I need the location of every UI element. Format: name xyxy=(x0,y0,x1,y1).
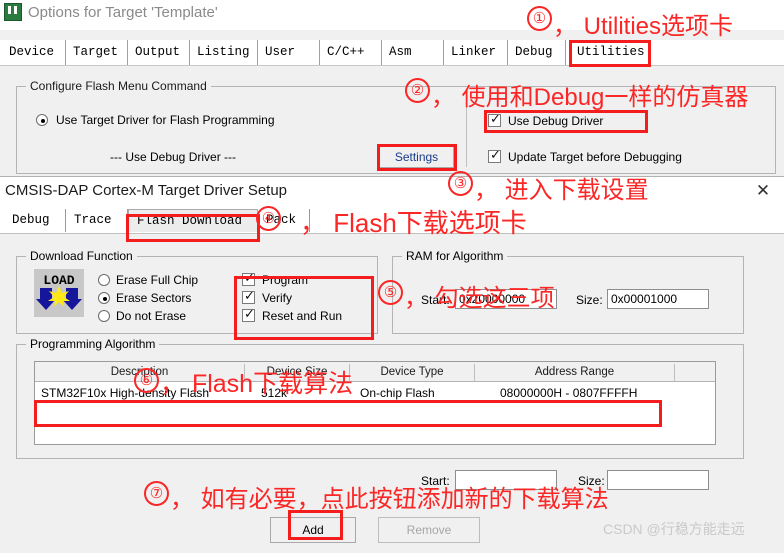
radio-erase-sectors[interactable] xyxy=(98,292,110,304)
checkbox-reset-and-run[interactable]: ✓ xyxy=(242,307,255,322)
download-function-legend: Download Function xyxy=(26,249,137,263)
ram-for-algorithm-legend: RAM for Algorithm xyxy=(402,249,508,263)
ram-size-input[interactable]: 0x00001000 xyxy=(607,289,709,309)
add-button[interactable]: Add xyxy=(270,517,356,543)
flash-download-panel: Download Function LOAD Erase Full Chip E… xyxy=(0,234,784,553)
cell-device-type: On-chip Flash xyxy=(360,386,435,400)
inner-tabstrip: Debug Trace Flash Download Pack xyxy=(0,207,784,234)
tab-flash-download[interactable]: Flash Download xyxy=(128,209,258,232)
keil-uvision-icon xyxy=(4,3,22,21)
ram-start-label: Start: xyxy=(421,293,450,307)
outer-tabstrip: Device Target Output Listing User C/C++ … xyxy=(0,40,784,66)
tab-listing[interactable]: Listing xyxy=(190,40,258,65)
checkbox-verify-label: Verify xyxy=(262,291,293,305)
ram-start-input[interactable]: 0x20000000 xyxy=(455,289,557,309)
algorithm-start-label: Start: xyxy=(421,474,450,488)
checkbox-use-debug-driver[interactable]: ✓ xyxy=(488,112,501,127)
tab-pack[interactable]: Pack xyxy=(258,209,310,232)
inner-dialog-title: CMSIS-DAP Cortex-M Target Driver Setup xyxy=(5,182,288,199)
checkbox-update-target-before-debugging[interactable]: ✓ xyxy=(488,148,501,163)
column-header-description[interactable]: Description xyxy=(35,364,245,381)
outer-dialog-title: Options for Target 'Template' xyxy=(28,4,218,21)
tab-c-cpp[interactable]: C/C++ xyxy=(320,40,382,65)
programming-algorithm-table[interactable]: Description Device Size Device Type Addr… xyxy=(34,361,716,445)
radio-erase-full-chip[interactable] xyxy=(98,274,110,286)
tab-debug[interactable]: Debug xyxy=(4,209,66,232)
checkbox-update-target-before-debugging-label: Update Target before Debugging xyxy=(508,150,682,164)
check-mark-icon: ✓ xyxy=(244,271,255,286)
ram-size-label: Size: xyxy=(576,293,603,307)
check-mark-icon: ✓ xyxy=(490,148,501,163)
check-mark-icon: ✓ xyxy=(244,307,255,322)
cell-address-range: 08000000H - 0807FFFFH xyxy=(500,386,638,400)
radio-use-target-driver-label: Use Target Driver for Flash Programming xyxy=(56,113,275,127)
tab-target[interactable]: Target xyxy=(66,40,128,65)
outer-titlebar: Options for Target 'Template' xyxy=(0,0,784,30)
check-mark-icon: ✓ xyxy=(490,112,501,127)
check-mark-icon: ✓ xyxy=(244,289,255,304)
tab-asm[interactable]: Asm xyxy=(382,40,444,65)
radio-do-not-erase-label: Do not Erase xyxy=(116,309,187,323)
load-icon: LOAD xyxy=(34,269,84,317)
checkbox-verify[interactable]: ✓ xyxy=(242,289,255,304)
radio-use-target-driver[interactable] xyxy=(36,114,48,126)
radio-erase-full-chip-label: Erase Full Chip xyxy=(116,273,199,287)
tab-debug[interactable]: Debug xyxy=(508,40,566,65)
svg-text:LOAD: LOAD xyxy=(43,273,74,288)
cell-device-size: 512k xyxy=(261,386,288,400)
checkbox-reset-and-run-label: Reset and Run xyxy=(262,309,343,323)
radio-dot xyxy=(103,297,107,301)
column-header-address-range[interactable]: Address Range xyxy=(475,364,675,381)
algorithm-size-label: Size: xyxy=(578,474,605,488)
tab-user[interactable]: User xyxy=(258,40,320,65)
radio-dot xyxy=(41,119,45,123)
watermark-text: CSDN @行稳方能走远 xyxy=(603,521,745,537)
programming-algorithm-legend: Programming Algorithm xyxy=(26,337,160,351)
tab-output[interactable]: Output xyxy=(128,40,190,65)
checkbox-use-debug-driver-label: Use Debug Driver xyxy=(508,114,604,128)
group-vertical-divider xyxy=(466,105,467,167)
radio-do-not-erase[interactable] xyxy=(98,310,110,322)
algorithm-start-input[interactable] xyxy=(455,470,557,490)
tab-linker[interactable]: Linker xyxy=(444,40,508,65)
column-header-device-size[interactable]: Device Size xyxy=(245,364,350,381)
flash-driver-name: --- Use Debug Driver --- xyxy=(110,150,237,164)
radio-erase-sectors-label: Erase Sectors xyxy=(116,291,192,305)
cell-description: STM32F10x High-density Flash xyxy=(41,386,210,400)
load-icon-graphic: LOAD xyxy=(34,269,84,317)
inner-titlebar: CMSIS-DAP Cortex-M Target Driver Setup ✕ xyxy=(0,177,784,207)
tab-utilities[interactable]: Utilities xyxy=(570,40,650,65)
settings-button[interactable]: Settings xyxy=(379,146,454,168)
checkbox-program[interactable]: ✓ xyxy=(242,271,255,286)
options-for-target-dialog: Options for Target 'Template' Device Tar… xyxy=(0,0,784,178)
column-header-device-type[interactable]: Device Type xyxy=(350,364,475,381)
close-icon[interactable]: ✕ xyxy=(754,182,772,200)
algorithm-size-input[interactable] xyxy=(607,470,709,490)
checkbox-program-label: Program xyxy=(262,273,309,287)
table-header-row: Description Device Size Device Type Addr… xyxy=(35,362,715,382)
remove-button: Remove xyxy=(378,517,480,543)
tabstrip-divider xyxy=(0,65,784,66)
configure-flash-menu-command-legend: Configure Flash Menu Command xyxy=(26,79,211,93)
column-header-spacer xyxy=(675,364,715,381)
tab-trace[interactable]: Trace xyxy=(66,209,128,232)
cmsis-dap-target-driver-setup-dialog: CMSIS-DAP Cortex-M Target Driver Setup ✕… xyxy=(0,176,784,553)
tab-device[interactable]: Device xyxy=(2,40,66,65)
